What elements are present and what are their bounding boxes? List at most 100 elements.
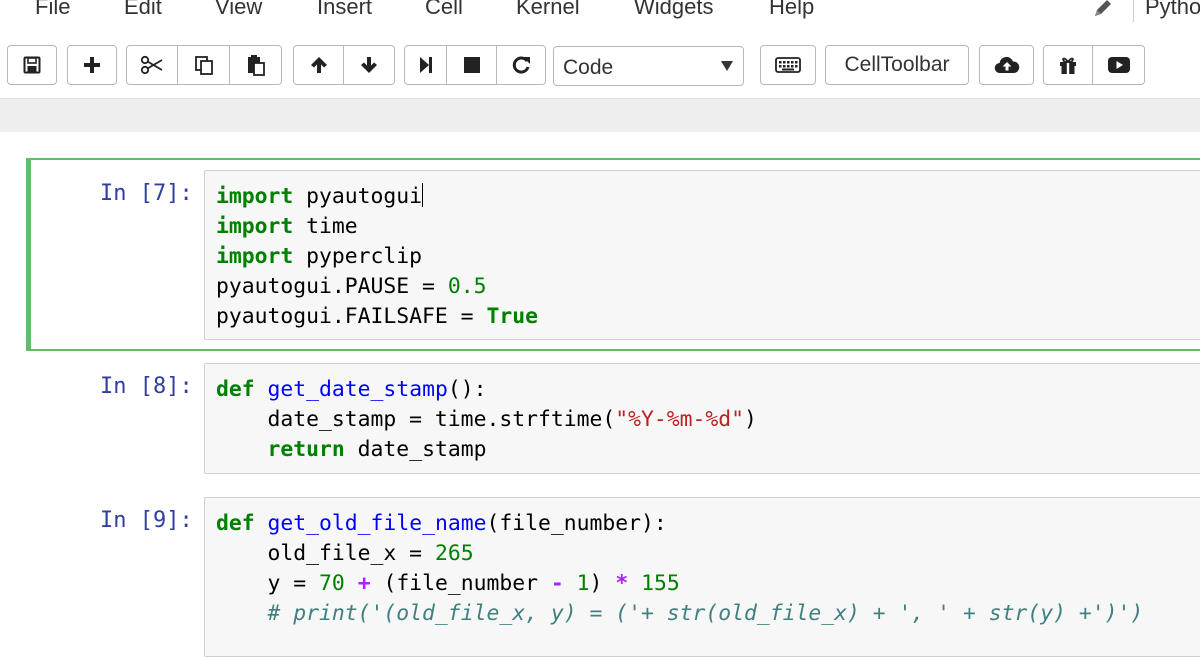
code-token: - [550,571,564,596]
code-line: # print('(old_file_x, y) = ('+ str(old_f… [216,599,1144,629]
code-token: def [216,511,255,536]
code-token: get_date_stamp [267,377,448,402]
copy-cells-button[interactable] [178,45,230,85]
celltoolbar-button[interactable]: CellToolbar [825,45,969,85]
arrow-up-icon [310,57,327,73]
code-line: pyautogui.FAILSAFE = True [216,302,538,332]
code-token: pyautogui.FAILSAFE = [216,304,487,329]
code-token: import [216,214,294,239]
code-token: 265 [434,541,474,566]
cell-type-select[interactable]: Code [553,46,744,86]
kernel-indicator[interactable]: Python 3 [1145,0,1200,20]
floppy-disk-icon [23,56,41,74]
interrupt-kernel-button[interactable] [447,45,497,85]
cell-type-value: Code [563,56,614,79]
code-token: get_old_file_name [267,511,487,536]
paste-icon [247,55,265,76]
code-line: import pyautogui [216,182,538,212]
plus-icon [84,57,100,73]
code-editor[interactable]: def get_date_stamp(): date_stamp = time.… [204,363,1200,474]
code-token: ) [589,571,616,596]
kernel-separator [1133,0,1134,22]
menu-kernel[interactable]: Kernel [516,0,580,20]
code-token: 70 [319,571,345,596]
code-line: import time [216,212,538,242]
command-palette-button[interactable] [760,45,816,85]
cut-cells-button[interactable] [126,45,178,85]
code-line: pyautogui.PAUSE = 0.5 [216,272,538,302]
code-token: (): [447,377,487,402]
code-editor[interactable]: def get_old_file_name(file_number): old_… [204,497,1200,657]
paste-cells-button[interactable] [230,45,282,85]
code-token: ) [744,407,757,432]
code-token: import [216,244,294,269]
code-token: return [267,437,345,462]
move-cell-down-button[interactable] [344,45,395,85]
code-token: (file_number [370,571,551,596]
menu-file[interactable]: File [35,0,70,20]
code-token: # print('(old_file_x, y) = ('+ str(old_f… [267,601,1144,626]
insert-cell-below-button[interactable] [67,45,117,85]
code-token: 0.5 [447,274,487,299]
save-button[interactable] [7,45,57,85]
code-block: def get_date_stamp(): date_stamp = time.… [216,375,757,465]
code-line: def get_old_file_name(file_number): [216,509,1143,539]
scissors-icon [140,55,163,75]
menu-edit[interactable]: Edit [124,0,162,20]
code-token: date_stamp = time.strftime( [216,407,616,432]
menu-insert[interactable]: Insert [317,0,372,20]
gift-icon [1060,57,1076,74]
copy-icon [194,56,213,75]
code-token: pyautogui.PAUSE = [216,274,448,299]
menubar: File Edit View Insert Cell Kernel Widget… [0,0,1200,30]
slideshow-button[interactable] [1093,45,1145,85]
pencil-icon[interactable] [1091,0,1115,20]
step-forward-icon [419,57,432,73]
code-token: date_stamp [344,437,487,462]
restart-kernel-button[interactable] [497,45,546,85]
code-token: "%Y-%m-%d" [615,407,745,432]
code-token: pyperclip [293,244,423,269]
text-cursor [422,183,424,207]
stop-icon [463,57,480,73]
code-line: date_stamp = time.strftime("%Y-%m-%d") [216,405,757,435]
code-token: + [357,571,371,596]
code-editor[interactable]: import pyautogui import time import pyperc… [204,170,1200,340]
code-token: old_file_x = [216,541,435,566]
code-line: old_file_x = 265 [216,539,1143,569]
code-token: pyautogui [293,184,423,209]
code-token: 1 [576,571,590,596]
code-line: y = 70 + (file_number - 1) * 155 [216,569,1143,599]
menu-cell[interactable]: Cell [425,0,463,20]
code-line: import pyperclip [216,242,538,272]
youtube-play-icon [1107,57,1130,73]
arrow-down-icon [361,57,377,73]
code-line: return date_stamp [216,435,757,465]
menu-help[interactable]: Help [769,0,814,20]
dropdown-arrow-icon [721,61,733,71]
publish-button[interactable] [979,45,1034,85]
run-cell-button[interactable] [404,45,447,85]
code-token: (file_number): [486,511,667,536]
menu-widgets[interactable]: Widgets [634,0,713,20]
code-line: def get_date_stamp(): [216,375,757,405]
cloud-upload-icon [994,56,1019,74]
code-token: def [216,377,255,402]
header-separator [0,98,1200,132]
code-token: y = [216,571,320,596]
code-token: time [293,214,358,239]
keyboard-icon [775,57,801,73]
refresh-icon [512,56,530,74]
code-token: 155 [641,571,680,596]
menu-view[interactable]: View [215,0,262,20]
move-cell-up-button[interactable] [293,45,344,85]
code-token: import [216,184,294,209]
code-block: def get_old_file_name(file_number): old_… [216,509,1143,629]
gift-button[interactable] [1043,45,1093,85]
